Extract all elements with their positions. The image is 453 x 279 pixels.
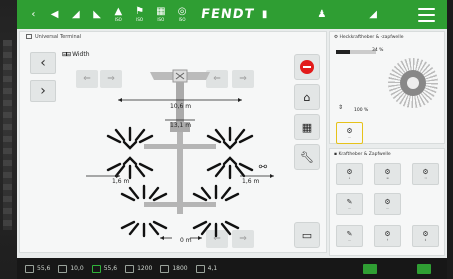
prev-page-button[interactable]: ‹ <box>30 52 56 74</box>
wrench-icon: 🔧︎ <box>300 150 314 164</box>
next-page-button[interactable]: › <box>30 80 56 102</box>
fuel-icon <box>195 264 205 273</box>
hitch-pto-panel: ▪ Kraftheber & Zapfwelle ⚙ ↓ ⚙ ≡ ⚙ ⇒ ✎ — ⚙ — … <box>329 148 445 256</box>
bottom-offset-value: 0 m <box>180 237 192 244</box>
hitch-panel-title: ⚙ Heckkraftheber & -zapfwelle <box>334 35 404 40</box>
rear-pto-readout: 1200 <box>125 264 152 273</box>
home-icon: ⌂ <box>303 90 311 104</box>
wifi-icon: ◢ <box>369 8 377 20</box>
screen-icon: ▭ <box>301 228 313 242</box>
fendt-logo: FENDT <box>199 7 256 22</box>
gauge-icon <box>58 264 68 273</box>
depth-icon: ⇕ <box>338 104 344 111</box>
universal-terminal-panel: Universal Terminal ‹ › ⊟⊟ Width ⇐ ⇒ ⇐ ⇒ ⇐… <box>19 31 327 253</box>
panel-title: Universal Terminal <box>26 34 81 40</box>
photo-edge-left <box>0 0 17 279</box>
gauge-icon <box>25 264 34 273</box>
terminal-switch-button[interactable]: ▭ <box>294 222 320 248</box>
swath-icon-button[interactable]: ⚯ <box>252 158 274 176</box>
grid-icon: ▦ <box>301 120 313 134</box>
terminal-screen: ‹ ◀ ◢ ◣ ▲ ISO ⚑ ISO ▦ ISO ◎ ISO FENDT ▮ ♟ ◢ … <box>17 0 447 279</box>
rear-hitch-panel: ⚙ Heckkraftheber & -zapfwelle 34 % 100 %… <box>329 31 445 144</box>
battery-icon: ▮ <box>261 8 268 20</box>
tractor-icon[interactable]: ▲ ISO <box>108 4 129 26</box>
pto-button-5[interactable]: ⚙ — <box>374 193 401 215</box>
home-button[interactable]: ⌂ <box>294 84 320 110</box>
front-pto-readout: 1800 <box>160 264 188 273</box>
bottom-status-bar: 55,6 10,0 55,6 1200 1800 4,1 <box>17 258 447 279</box>
signal-icon[interactable]: ◢ <box>65 4 86 26</box>
volume-icon[interactable]: ◀ <box>44 4 65 26</box>
pto-button-7[interactable]: ⚙ ↑ <box>374 225 401 247</box>
total-width-value: 10,6 m <box>170 103 192 110</box>
status-indicator <box>363 263 377 274</box>
hitch-dial[interactable] <box>388 58 438 108</box>
rake-diagram <box>86 69 274 240</box>
inner-width-value: 13,1 m <box>170 122 192 129</box>
menu-grid-button[interactable]: ▦ <box>294 114 320 140</box>
stop-icon <box>300 60 314 74</box>
back-icon[interactable]: ‹ <box>23 4 44 26</box>
top-status-bar: ‹ ◀ ◢ ◣ ▲ ISO ⚑ ISO ▦ ISO ◎ ISO FENDT ▮ ♟ ◢ <box>17 0 447 29</box>
pto-readout: 10,0 <box>58 264 84 273</box>
width-label: ⊟⊟ Width <box>62 51 90 58</box>
pto-button-1[interactable]: ⚙ ↓ <box>336 163 363 185</box>
stop-button[interactable] <box>294 54 320 80</box>
user-icon[interactable]: ♟ <box>311 4 332 26</box>
hitch-position-value: 34 % <box>372 48 384 53</box>
implement-icon[interactable]: ⚑ ISO <box>129 4 150 26</box>
service-button[interactable]: 🔧︎ <box>294 144 320 170</box>
hitch-select-button[interactable]: ⚙ — <box>336 122 363 144</box>
settings-icon[interactable]: ◎ ISO <box>171 4 192 26</box>
speed-icon <box>91 264 101 273</box>
pto-button-4[interactable]: ✎ — <box>336 193 363 215</box>
pto-button-3[interactable]: ⚙ ⇒ <box>412 163 439 185</box>
tool-icon[interactable]: ◣ <box>87 4 108 26</box>
status-indicator <box>417 263 431 274</box>
camera-icon[interactable]: ▦ ISO <box>150 4 171 26</box>
speed-readout: 55,6 <box>25 264 50 273</box>
pto-panel-title: ▪ Kraftheber & Zapfwelle <box>334 152 391 157</box>
left-offset-value: 1,6 m <box>112 178 130 185</box>
hitch-readout: 4,1 <box>195 264 217 273</box>
ground-speed-readout: 55,6 <box>91 264 117 273</box>
photo-edge-right <box>447 0 453 279</box>
pto-button-6[interactable]: ✎ — <box>336 225 363 247</box>
pto-button-2[interactable]: ⚙ ≡ <box>374 163 401 185</box>
depth-value: 100 % <box>354 108 369 113</box>
menu-icon[interactable] <box>417 7 436 22</box>
pto-icon <box>160 264 170 273</box>
pto-icon <box>125 264 135 273</box>
right-offset-value: 1,6 m <box>242 178 260 185</box>
hitch-position-bar <box>336 50 376 54</box>
pto-button-8[interactable]: ⚙ ↕ <box>412 225 439 247</box>
